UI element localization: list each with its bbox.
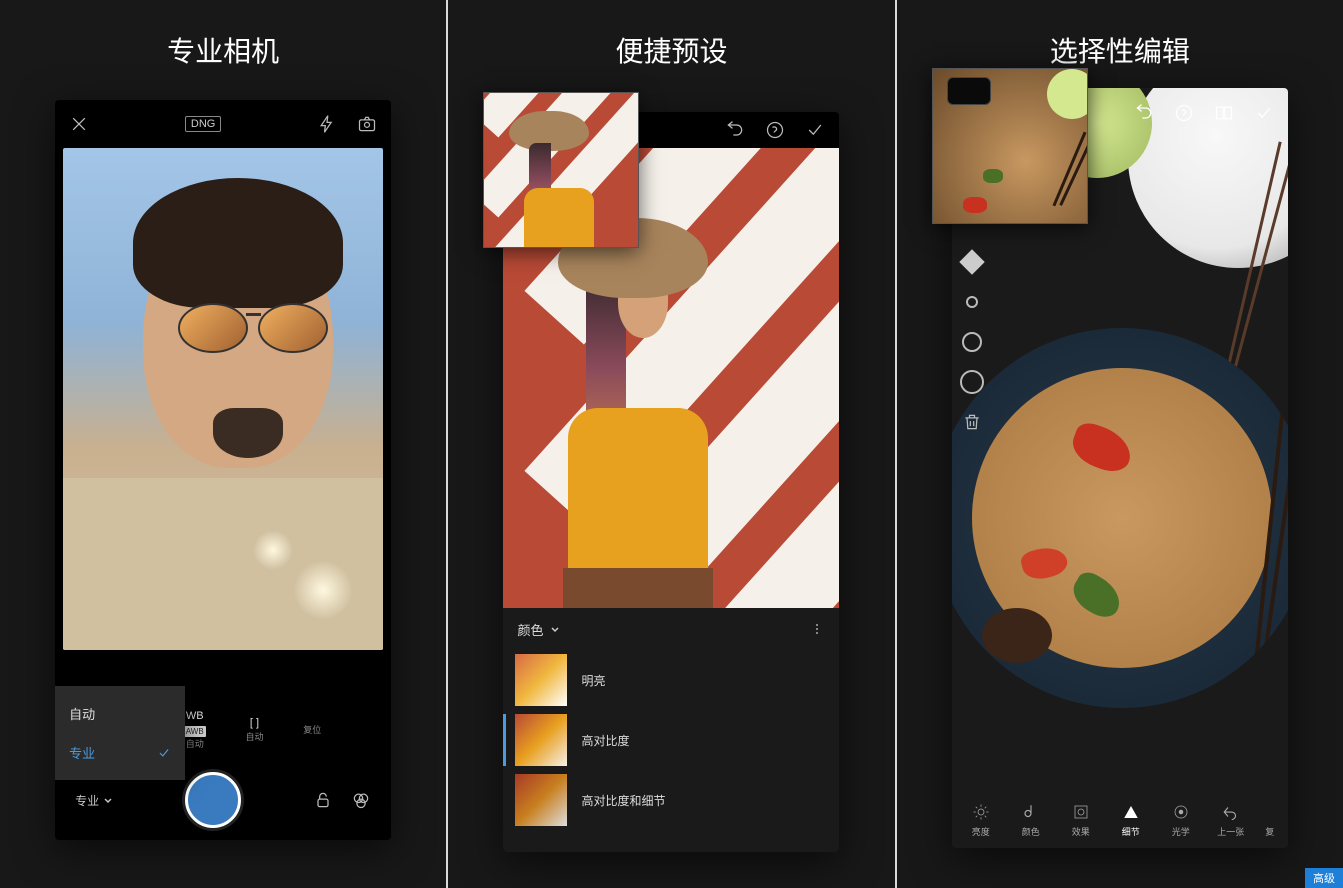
thermometer-icon <box>1022 803 1040 821</box>
triangle-icon <box>1122 803 1140 821</box>
before-thumbnail[interactable] <box>932 68 1088 224</box>
brush-large-tool[interactable] <box>958 368 986 396</box>
tool-more[interactable]: 复 <box>1260 802 1280 838</box>
sun-icon <box>972 803 990 821</box>
compare-icon[interactable] <box>1214 103 1234 123</box>
preset-thumbnail <box>515 654 567 706</box>
shutter-button[interactable] <box>185 772 241 828</box>
panel-selective-edit: 选择性编辑 <box>897 0 1343 888</box>
mode-option-auto[interactable]: 自动 <box>55 694 185 733</box>
mode-selector[interactable]: 专业 <box>75 792 113 809</box>
filters-icon[interactable] <box>351 790 371 810</box>
panel-title: 便捷预设 <box>615 30 727 70</box>
help-icon[interactable] <box>765 120 785 140</box>
panel-pro-camera: 专业相机 DNG <box>0 0 446 888</box>
help-icon[interactable] <box>1174 103 1194 123</box>
mode-option-pro[interactable]: 专业 <box>55 733 185 772</box>
preset-item[interactable]: 高对比度和细节 <box>503 770 839 830</box>
panel-title: 选择性编辑 <box>1050 30 1190 70</box>
brush-medium-tool[interactable] <box>958 328 986 356</box>
before-thumbnail[interactable] <box>483 92 639 248</box>
confirm-icon[interactable] <box>1254 103 1274 123</box>
camera-screen: DNG ISO 自动 <box>55 100 391 840</box>
switch-camera-icon[interactable] <box>357 114 377 134</box>
camera-top-bar: DNG <box>55 100 391 148</box>
close-icon[interactable] <box>69 114 89 134</box>
preset-thumbnail <box>515 774 567 826</box>
check-icon <box>157 746 171 760</box>
control-wb[interactable]: WB AWB 自动 <box>184 709 206 750</box>
selective-edit-screen: 亮度 颜色 效果 细节 光学 <box>952 88 1288 848</box>
brush-small-tool[interactable] <box>958 288 986 316</box>
preset-item[interactable]: 高对比度 <box>503 710 839 770</box>
previous-icon <box>1222 803 1240 821</box>
chevron-down-icon <box>550 624 560 634</box>
camera-viewfinder[interactable] <box>63 148 383 650</box>
confirm-icon[interactable] <box>805 120 825 140</box>
control-focus[interactable]: [ ] 自动 <box>245 716 263 744</box>
chevron-down-icon <box>103 795 113 805</box>
presets-panel: 颜色 明亮 高对比度 高对比度和细节 <box>503 608 839 852</box>
panel-title: 专业相机 <box>167 30 279 70</box>
tool-effects[interactable]: 效果 <box>1060 802 1102 838</box>
edit-tools-bar: 亮度 颜色 效果 细节 光学 <box>952 792 1288 848</box>
preset-thumbnail <box>515 714 567 766</box>
selective-tools-column <box>954 248 990 436</box>
lock-icon[interactable] <box>313 790 333 810</box>
mode-popup: 自动 专业 <box>55 686 185 780</box>
more-icon[interactable] <box>809 621 825 637</box>
flash-icon[interactable] <box>317 114 337 134</box>
main-dish-bowl <box>952 328 1288 708</box>
portrait-woman <box>538 208 728 608</box>
delete-tool[interactable] <box>958 408 986 436</box>
portrait-image <box>63 148 383 650</box>
presets-screen: 颜色 明亮 高对比度 高对比度和细节 <box>503 112 839 852</box>
tool-optics[interactable]: 光学 <box>1160 802 1202 838</box>
eraser-tool[interactable] <box>958 248 986 276</box>
vignette-icon <box>1072 803 1090 821</box>
tool-color[interactable]: 颜色 <box>1010 802 1052 838</box>
undo-icon[interactable] <box>1134 103 1154 123</box>
undo-icon[interactable] <box>725 120 745 140</box>
tool-brightness[interactable]: 亮度 <box>960 802 1002 838</box>
format-badge[interactable]: DNG <box>185 116 221 132</box>
panel-presets: 便捷预设 <box>448 0 894 888</box>
tool-detail[interactable]: 细节 <box>1110 802 1152 838</box>
advanced-badge[interactable]: 高级 <box>1305 868 1343 888</box>
trash-icon <box>962 412 982 432</box>
presets-panel-header[interactable]: 颜色 <box>503 608 839 650</box>
lens-icon <box>1172 803 1190 821</box>
control-reset[interactable]: 复位 <box>303 724 321 737</box>
thumb-sauce-dish <box>947 77 991 105</box>
tool-previous[interactable]: 上一张 <box>1210 802 1252 838</box>
preset-item[interactable]: 明亮 <box>503 650 839 710</box>
